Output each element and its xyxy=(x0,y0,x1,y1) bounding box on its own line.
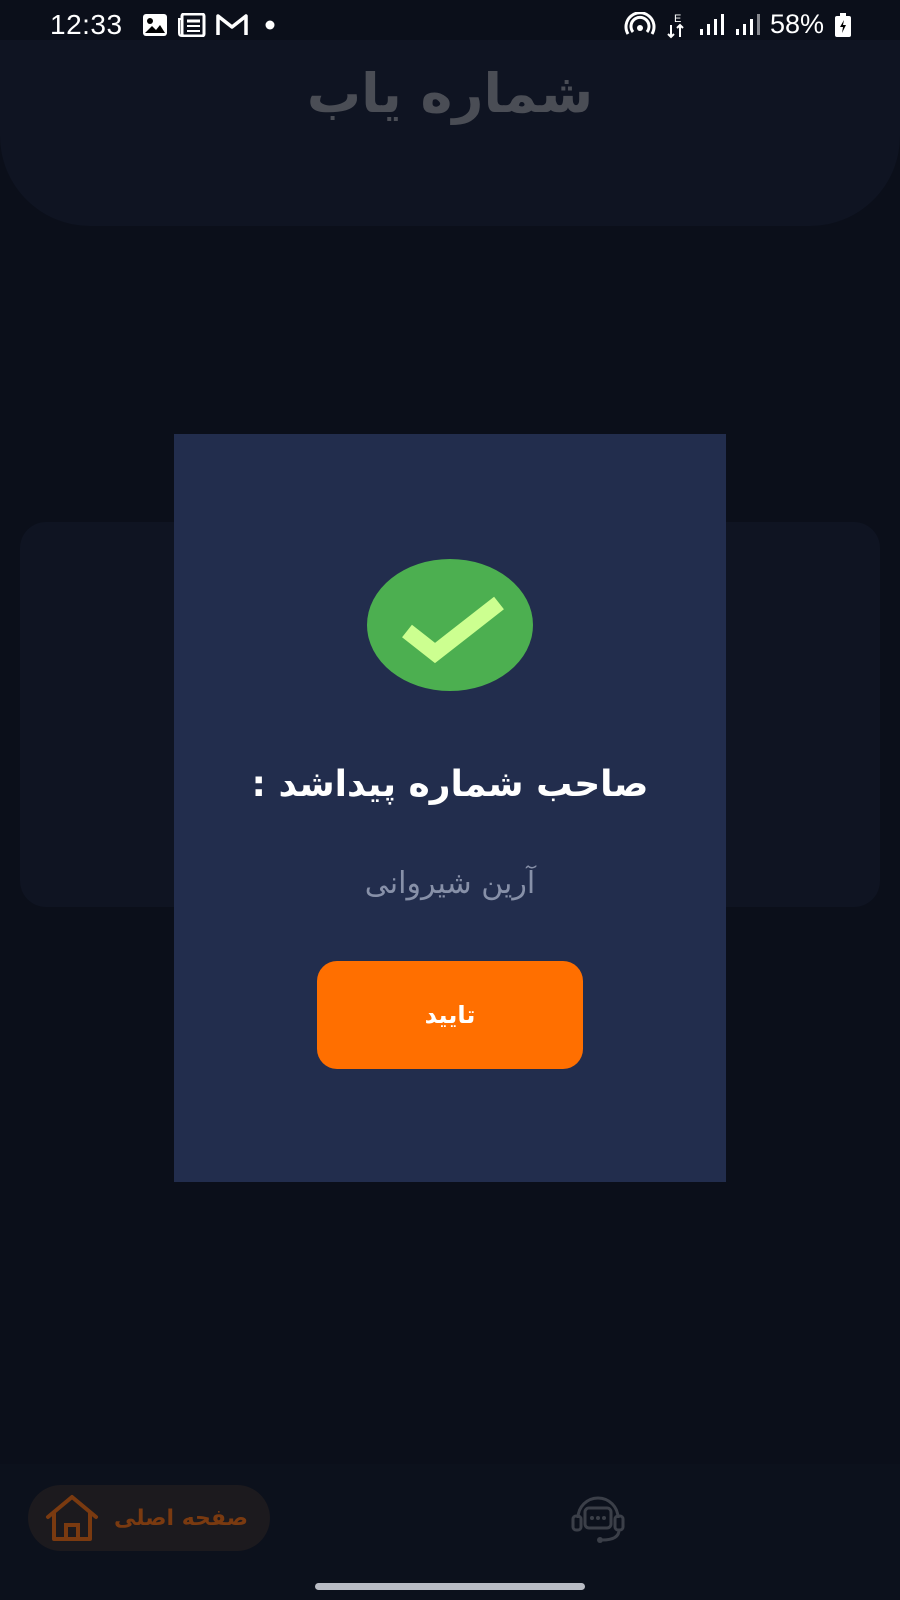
home-indicator[interactable] xyxy=(315,1583,585,1590)
news-icon xyxy=(178,13,206,37)
signal-icon xyxy=(735,13,760,35)
notification-icons xyxy=(142,13,282,37)
dialog-heading: صاحب شماره پیداشد : xyxy=(251,764,649,805)
image-icon xyxy=(143,14,167,36)
nav-home-button[interactable]: صفحه اصلی xyxy=(28,1485,270,1551)
screen: 12:33 E 58% شماره یاب صاحب شماره پیداشد … xyxy=(0,0,900,1600)
svg-text:E: E xyxy=(674,13,681,25)
system-icons: E 58% xyxy=(624,9,852,40)
result-dialog: صاحب شماره پیداشد : آرین شیروانی تایید xyxy=(174,434,726,1182)
battery-percent: 58% xyxy=(769,9,824,39)
hotspot-icon xyxy=(624,11,656,35)
owner-name: آرین شیروانی xyxy=(364,866,536,901)
dot-icon xyxy=(265,20,275,30)
nav-home-label: صفحه اصلی xyxy=(114,1505,248,1531)
success-check-icon xyxy=(367,559,533,691)
signal-icon xyxy=(699,13,724,35)
confirm-button[interactable]: تایید xyxy=(317,961,583,1069)
checkmark-icon xyxy=(402,596,504,664)
gmail-icon xyxy=(216,14,248,35)
bottom-nav: صفحه اصلی xyxy=(0,1464,900,1600)
app-title: شماره یاب xyxy=(306,62,594,125)
battery-icon xyxy=(835,12,851,37)
support-chat-icon[interactable] xyxy=(568,1492,628,1544)
data-arrows-icon: E xyxy=(667,13,684,38)
home-icon xyxy=(46,1495,98,1541)
status-time: 12:33 xyxy=(50,9,123,40)
